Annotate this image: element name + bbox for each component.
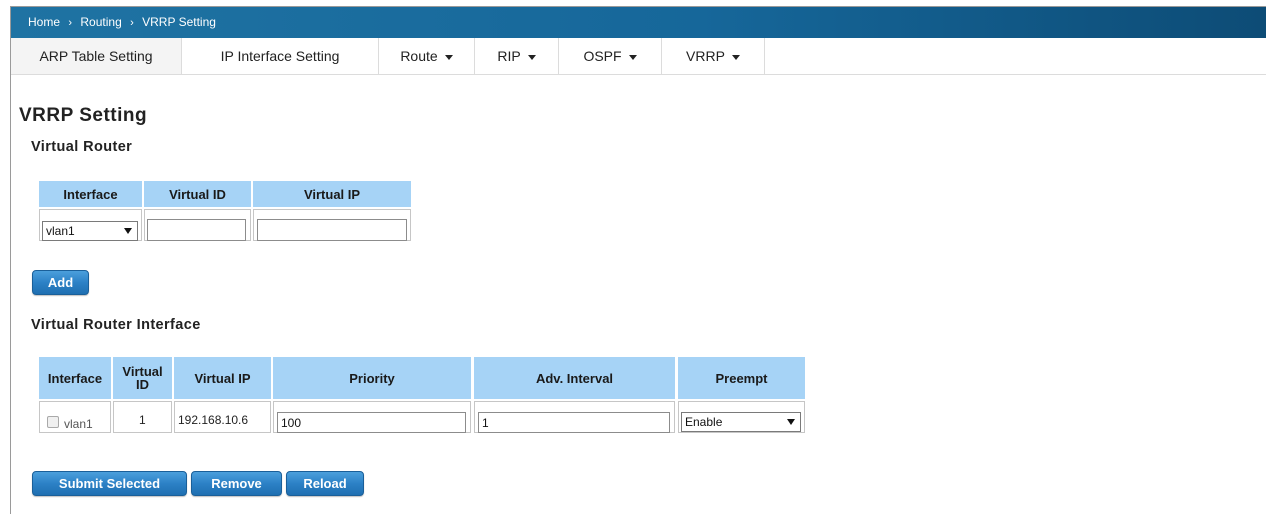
vr-header-interface: Interface [39,181,142,207]
vri-header-priority: Priority [273,357,471,399]
tab-label: RIP [497,48,521,64]
vr-header-virtual-ip: Virtual IP [253,181,411,207]
vri-header-interface: Interface [39,357,111,399]
preempt-select[interactable]: Enable [681,412,801,432]
remove-button[interactable]: Remove [191,471,282,496]
dropdown-arrow-icon [124,228,132,234]
reload-button[interactable]: Reload [286,471,364,496]
tab-label: VRRP [686,48,725,64]
priority-input[interactable]: 100 [277,412,466,433]
tab-label: ARP Table Setting [39,48,153,64]
caret-down-icon [527,54,536,60]
breadcrumb-current: VRRP Setting [142,15,216,29]
vr-virtual-ip-input[interactable] [257,219,407,241]
dropdown-arrow-icon [787,419,795,425]
breadcrumb-routing[interactable]: Routing [80,7,121,38]
vr-interface-title: Virtual Router Interface [31,317,201,333]
row-virtual-id-value: 1 [139,413,146,427]
caret-down-icon [731,54,740,60]
caret-down-icon [444,54,453,60]
virtual-router-title: Virtual Router [31,139,133,155]
breadcrumb-separator: › [130,17,134,29]
breadcrumb: Home › Routing › VRRP Setting [11,7,1266,38]
tab-ip-interface-setting[interactable]: IP Interface Setting [182,38,379,74]
main-frame: Home › Routing › VRRP Setting ARP Table … [10,6,1266,514]
tab-label: OSPF [583,48,622,64]
header-line: ID [136,377,149,392]
vri-header-adv-interval: Adv. Interval [474,357,675,399]
submit-selected-button[interactable]: Submit Selected [32,471,187,496]
select-value: vlan1 [46,224,75,238]
vri-header-virtual-ip: Virtual IP [174,357,271,399]
tab-arp-table-setting[interactable]: ARP Table Setting [11,38,182,74]
vri-header-preempt: Preempt [678,357,805,399]
vr-virtual-id-input[interactable] [147,219,246,241]
add-button[interactable]: Add [32,270,89,295]
row-interface-value: vlan1 [64,417,93,431]
select-value: Enable [685,415,723,429]
tab-rip[interactable]: RIP [475,38,559,74]
page-title: VRRP Setting [19,105,148,126]
vr-header-virtual-id: Virtual ID [144,181,251,207]
caret-down-icon [628,54,637,60]
tab-route[interactable]: Route [379,38,475,74]
row-virtual-ip-value: 192.168.10.6 [178,413,249,427]
adv-interval-input[interactable]: 1 [478,412,670,433]
vr-interface-select[interactable]: vlan1 [42,221,138,241]
tab-label: IP Interface Setting [220,48,340,64]
tab-ospf[interactable]: OSPF [559,38,662,74]
tab-bar: ARP Table Setting IP Interface Setting R… [11,38,1266,75]
breadcrumb-separator: › [68,17,73,29]
breadcrumb-home[interactable]: Home [28,7,60,38]
tab-vrrp[interactable]: VRRP [662,38,765,74]
row-select-checkbox[interactable] [47,416,59,428]
vri-header-virtual-id: Virtual ID [113,357,172,399]
tab-label: Route [400,48,438,64]
